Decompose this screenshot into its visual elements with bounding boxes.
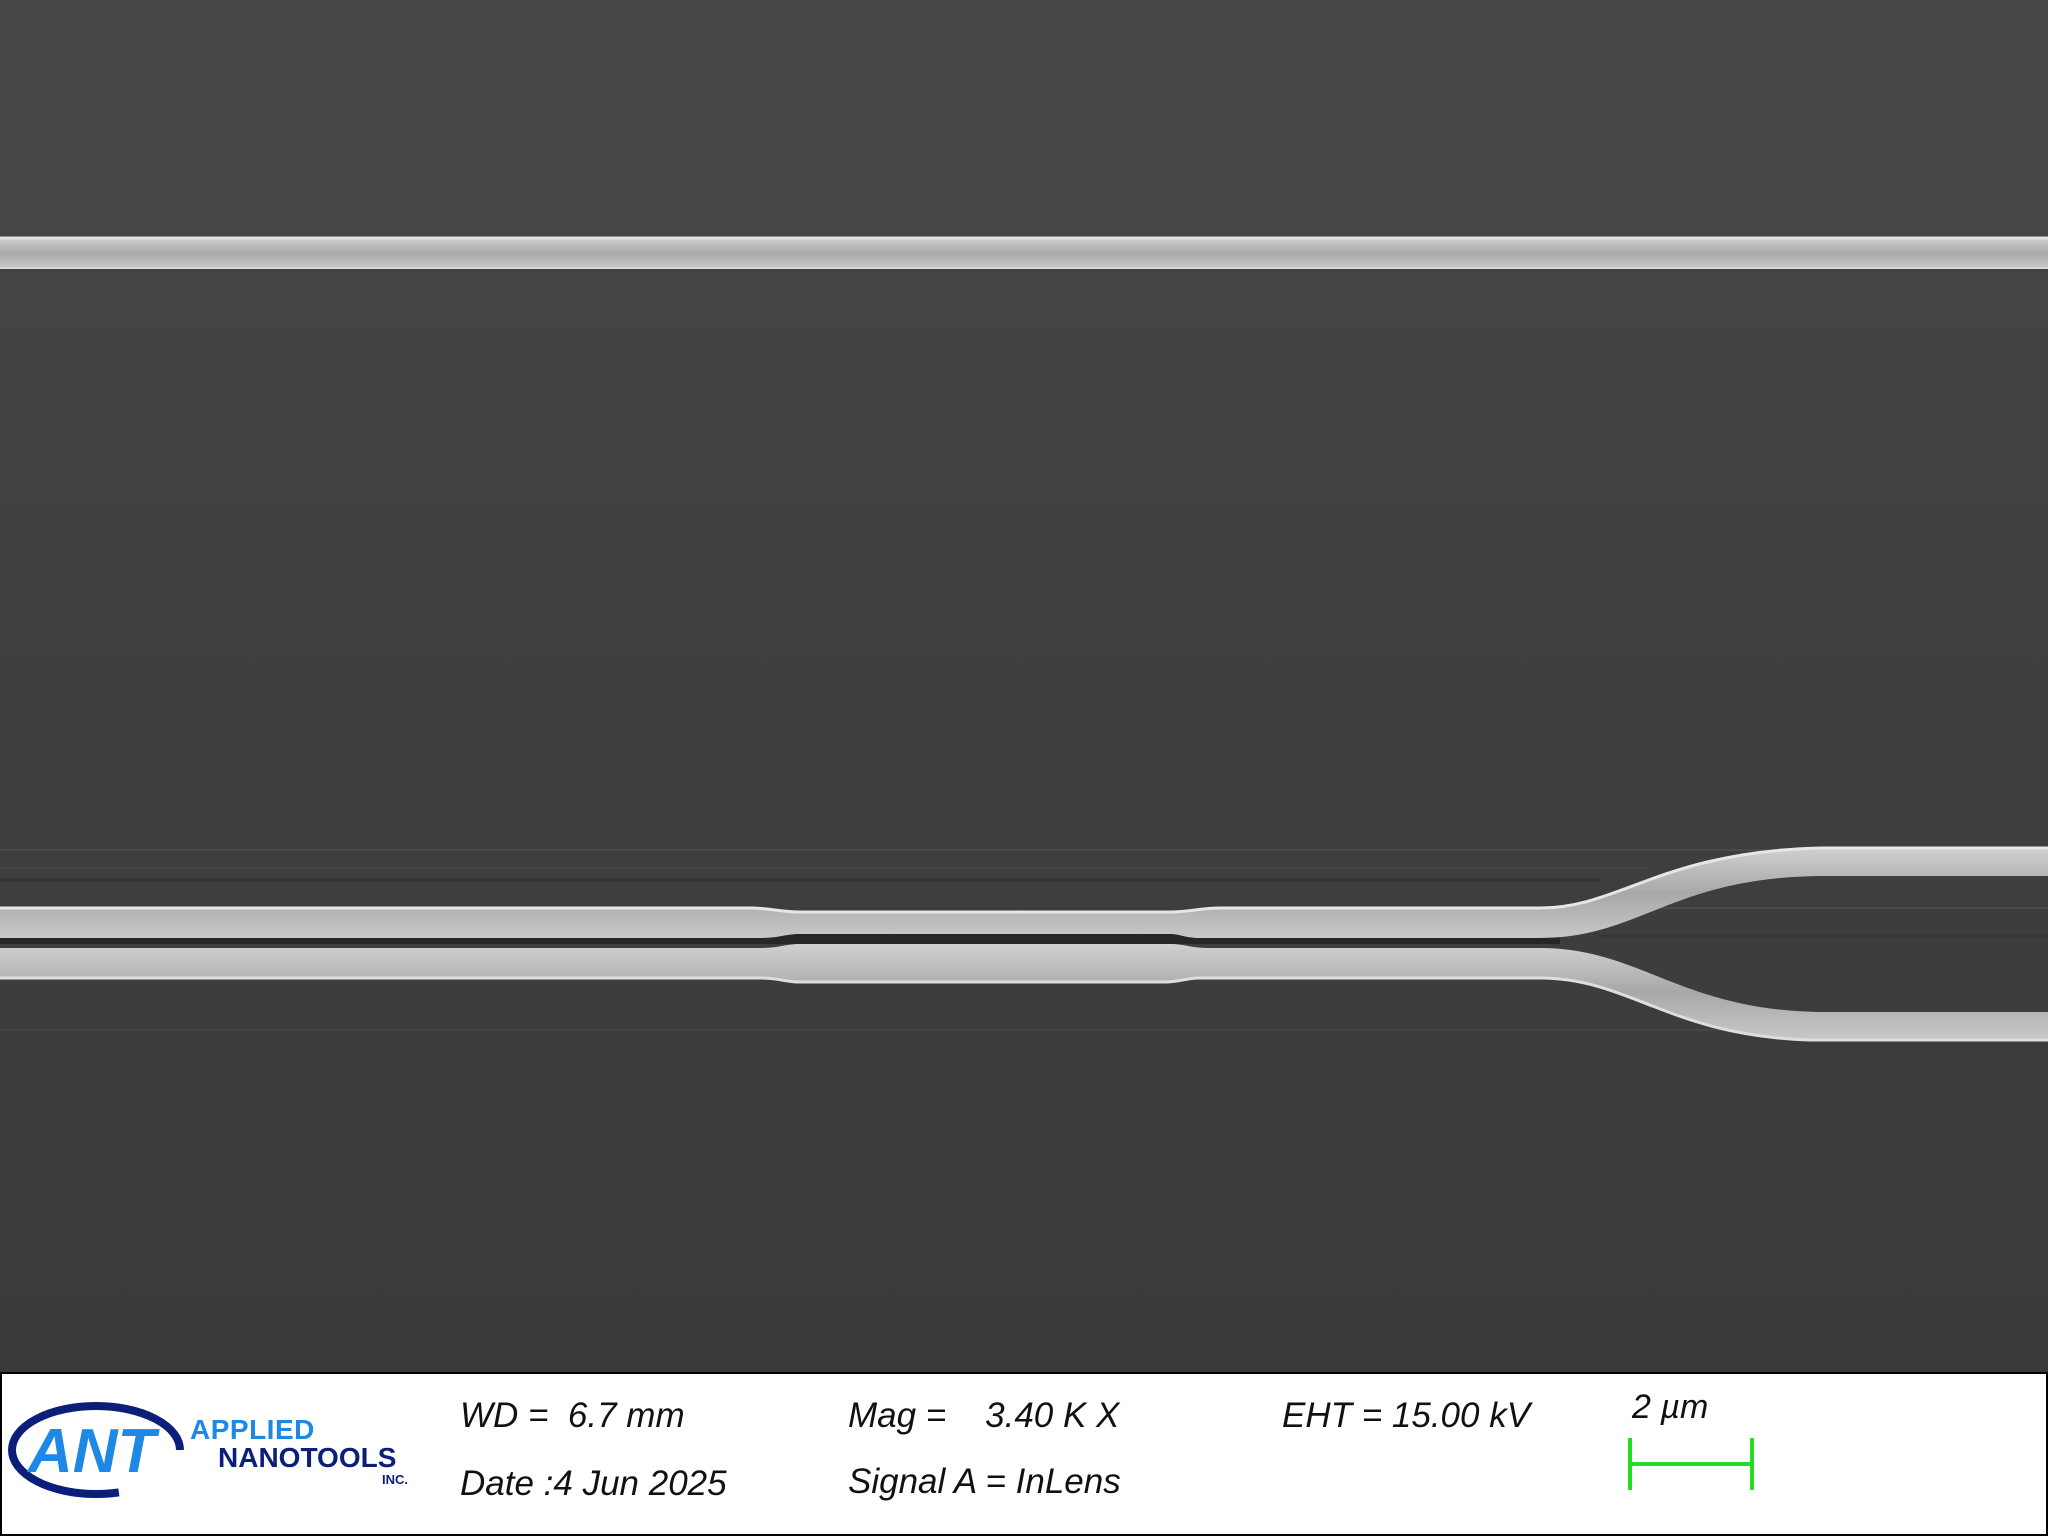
acquisition-date: Date :4 Jun 2025 (460, 1464, 727, 1503)
logo-text-inc: INC. (382, 1472, 408, 1487)
sem-image (0, 0, 2048, 1372)
ant-logo-mark: ANT (7, 1401, 185, 1499)
magnification: Mag = 3.40 K X (848, 1396, 1120, 1435)
upper-field-band (0, 0, 2048, 236)
scale-bar (1628, 1438, 1754, 1490)
logo-text-nanotools: NANOTOOLS (218, 1442, 397, 1473)
top-waveguide (0, 238, 2048, 268)
sem-info-bar: ANT APPLIED NANOTOOLS INC. WD = 6.7 mm D… (0, 1372, 2048, 1536)
scale-bar-label: 2 µm (1632, 1388, 1709, 1426)
accelerating-voltage: EHT = 15.00 kV (1282, 1396, 1531, 1435)
signal-detector: Signal A = InLens (848, 1462, 1121, 1501)
sem-image-svg (0, 0, 2048, 1372)
working-distance: WD = 6.7 mm (460, 1396, 685, 1435)
svg-text:ANT: ANT (26, 1417, 161, 1486)
applied-nanotools-logo: ANT (7, 1392, 188, 1517)
